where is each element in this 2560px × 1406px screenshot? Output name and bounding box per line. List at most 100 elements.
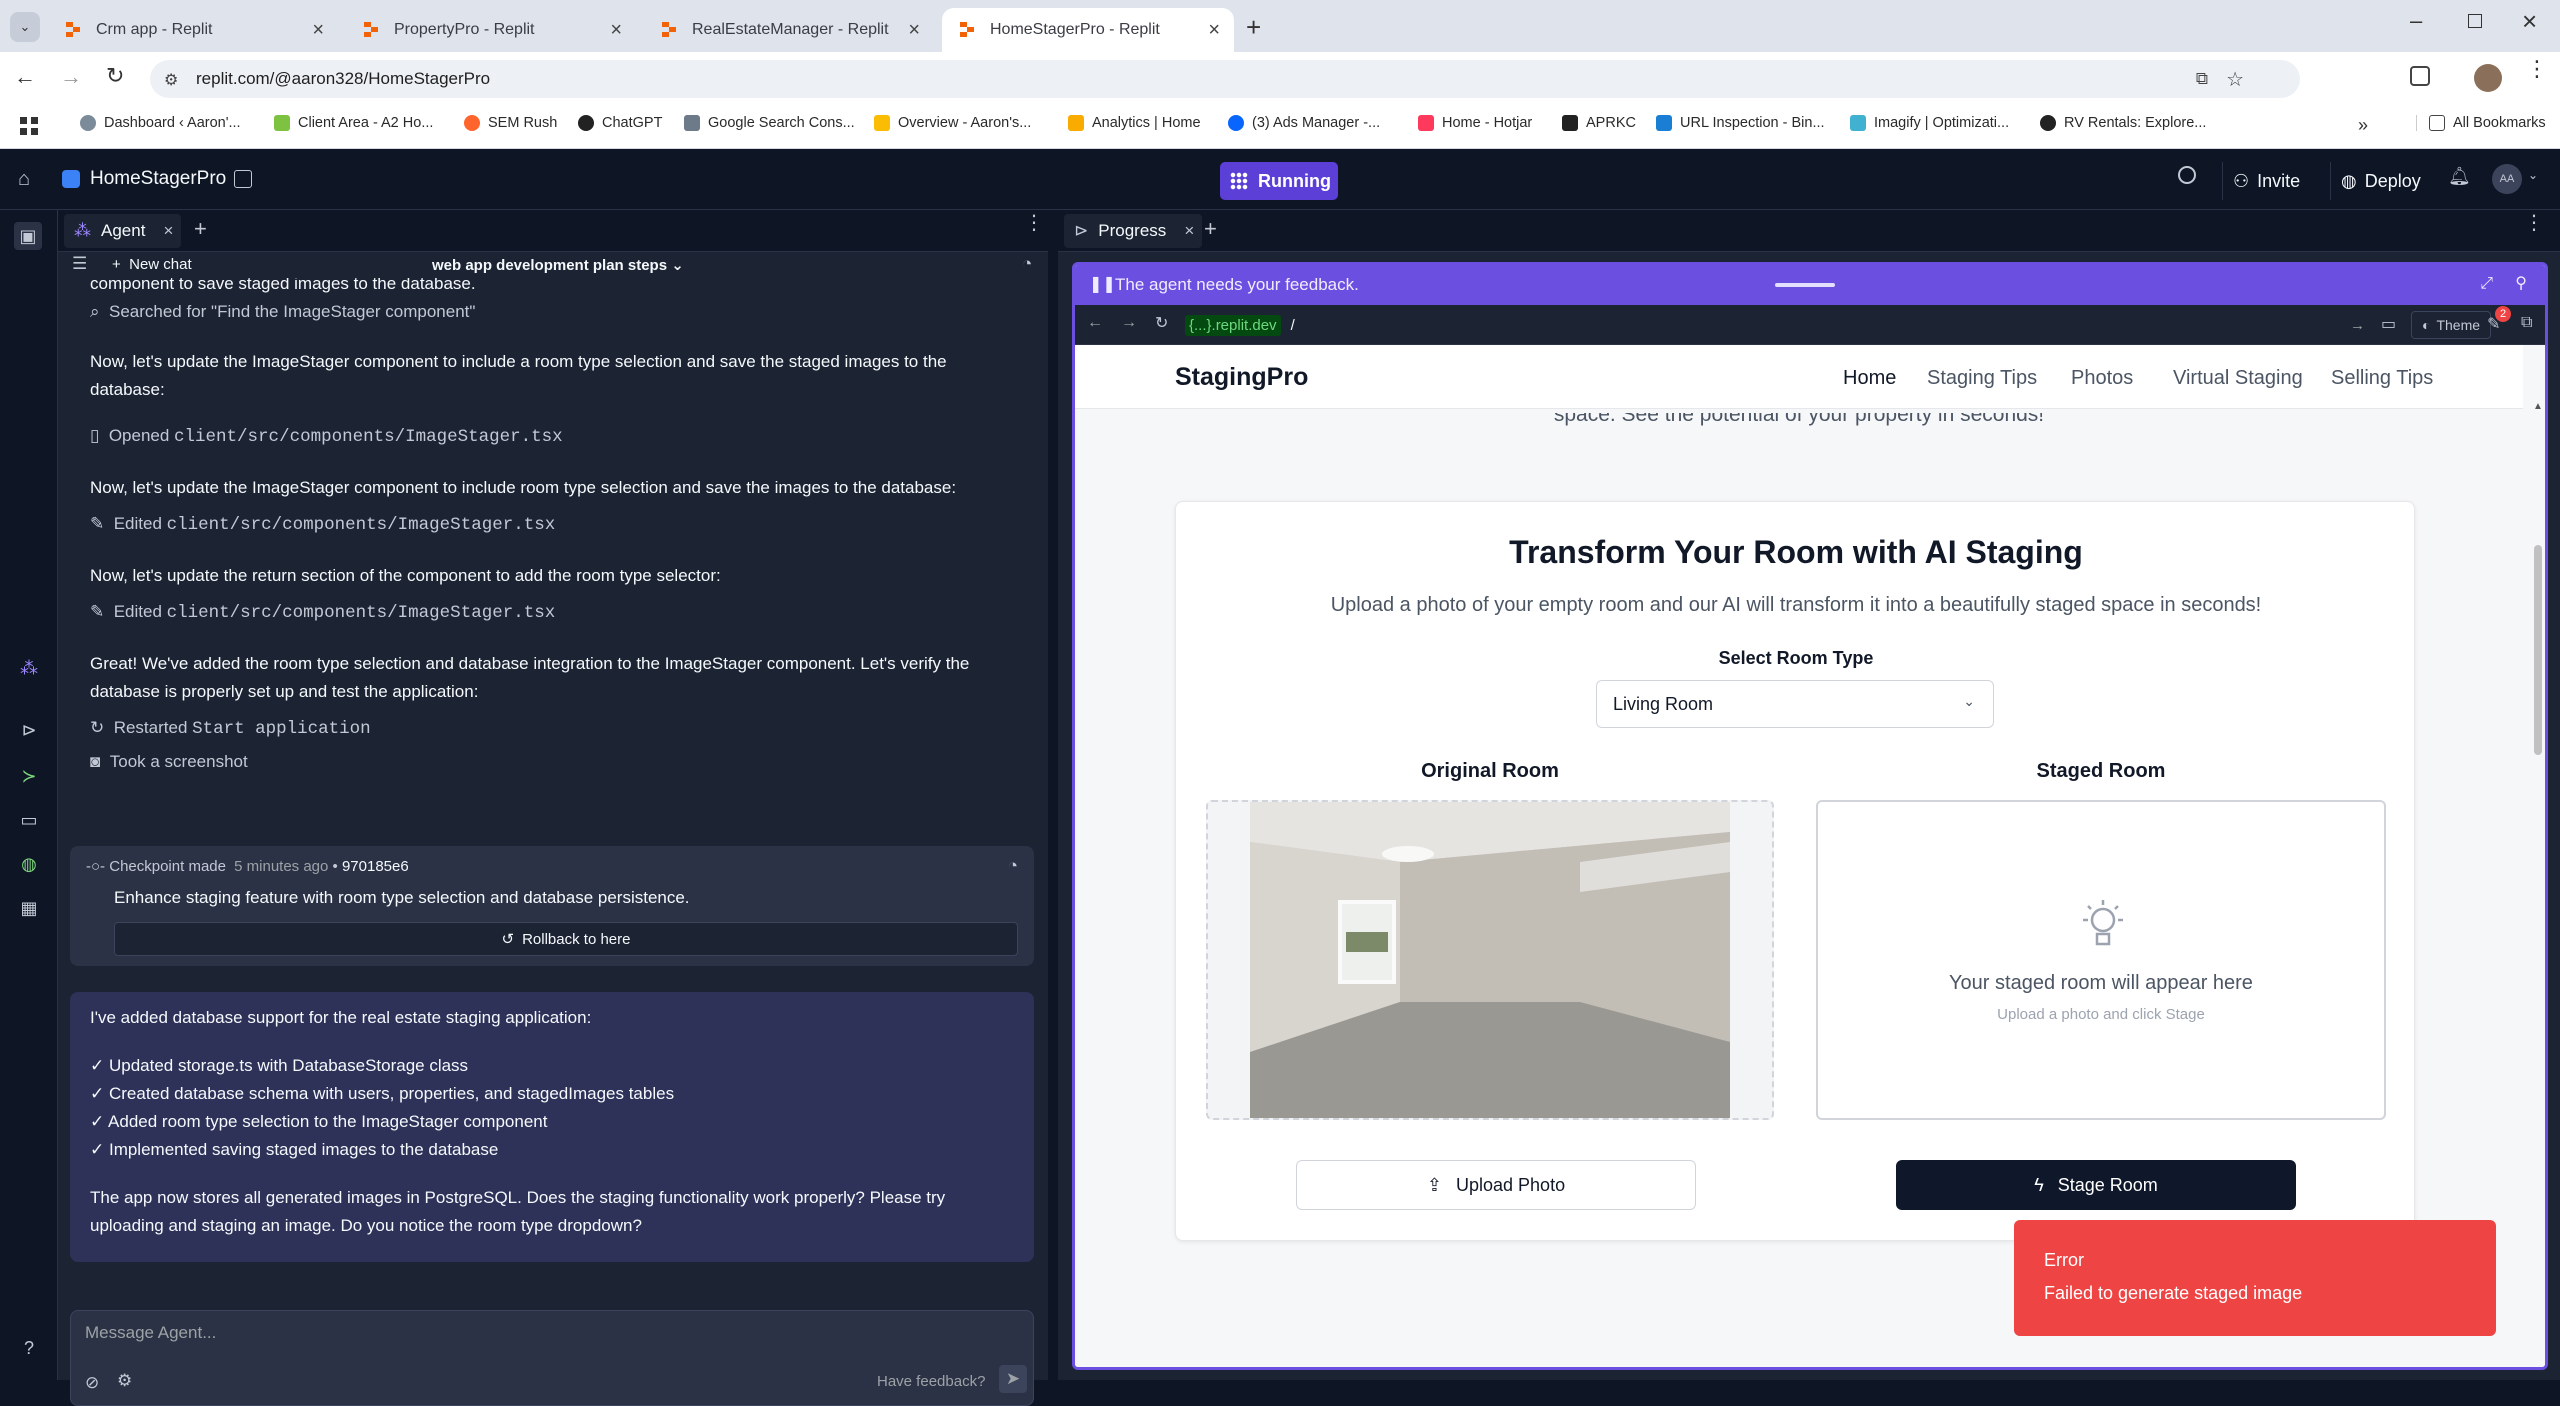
menu-icon[interactable]: ☰ (72, 254, 87, 274)
close-tab-icon[interactable]: × (1208, 19, 1220, 42)
back-icon[interactable]: ← (1087, 314, 1103, 332)
drag-handle[interactable] (1775, 283, 1835, 287)
bookmark-item[interactable]: Analytics | Home (1068, 115, 1201, 131)
forward-icon[interactable]: → (60, 64, 82, 90)
deployments-icon[interactable]: ◍ (19, 854, 39, 874)
attach-icon[interactable]: ⊘ (85, 1373, 99, 1393)
error-count-badge[interactable]: 2 (2495, 306, 2511, 322)
url-input[interactable]: ⚙ replit.com/@aaron328/HomeStagerPro ⧉ ☆ (150, 60, 2300, 98)
new-tab-icon[interactable]: + (1246, 12, 1261, 43)
pane-menu-icon[interactable]: ⋮ (2524, 213, 2544, 233)
scroll-thumb[interactable] (2534, 545, 2542, 755)
apps-grid-icon[interactable] (20, 117, 38, 135)
site-scrollbar[interactable]: ▲ ▼ (2533, 401, 2543, 1367)
rollback-button[interactable]: ↺ Rollback to here (114, 922, 1018, 956)
bookmark-item[interactable]: APRKC (1562, 115, 1636, 131)
search-icon[interactable] (2178, 166, 2196, 184)
bookmark-item[interactable]: RV Rentals: Explore... (2040, 115, 2206, 131)
back-icon[interactable]: ← (14, 64, 36, 90)
new-chat-button[interactable]: + New chat (112, 256, 192, 273)
nav-staging-tips[interactable]: Staging Tips (1927, 367, 2037, 390)
bookmark-item[interactable]: ChatGPT (578, 115, 662, 131)
deploy-button[interactable]: ◍ Deploy (2330, 162, 2431, 200)
webview-url-input[interactable]: {...}.replit.dev / → (1185, 312, 2365, 338)
files-icon[interactable]: ▣ (14, 222, 42, 250)
bookmark-item[interactable]: Imagify | Optimizati... (1850, 115, 2009, 131)
reload-icon[interactable]: ↻ (1155, 313, 1168, 333)
close-tab-icon[interactable]: × (610, 19, 622, 42)
browser-tab-crm[interactable]: Crm app - Replit × (48, 8, 338, 52)
tab-agent[interactable]: ⁂ Agent × (64, 214, 182, 248)
chevron-down-icon[interactable]: ⌄ (2528, 168, 2538, 182)
help-icon[interactable]: ? (19, 1338, 39, 1358)
settings-icon[interactable]: ⚙ (117, 1371, 132, 1391)
run-status-button[interactable]: Running (1220, 162, 1338, 200)
bookmark-star-icon[interactable]: ☆ (2226, 67, 2244, 92)
forward-icon[interactable]: → (1121, 314, 1137, 332)
original-room-dropzone[interactable] (1206, 800, 1774, 1120)
message-input-box[interactable]: Message Agent... ⊘ ⚙ Have feedback? ➤ (70, 1310, 1034, 1406)
theme-button[interactable]: ◐ Theme (2411, 311, 2492, 339)
close-tab-icon[interactable]: × (908, 19, 920, 42)
bookmark-item[interactable]: Google Search Cons... (684, 115, 855, 131)
minimize-icon[interactable]: – (2410, 8, 2422, 34)
all-bookmarks[interactable]: All Bookmarks (2416, 115, 2546, 131)
nav-home[interactable]: Home (1843, 367, 1896, 390)
tab-progress[interactable]: ⊳ Progress × (1064, 214, 1203, 248)
nav-selling-tips[interactable]: Selling Tips (2331, 367, 2433, 390)
user-avatar[interactable]: AA (2492, 164, 2522, 194)
console-icon[interactable]: ⊳ (19, 720, 39, 740)
scroll-up-icon[interactable]: ▲ (2533, 401, 2543, 412)
nav-virtual-staging[interactable]: Virtual Staging (2173, 367, 2303, 390)
shell-icon[interactable]: ≻ (19, 766, 39, 786)
history-icon[interactable]: ◔ (1022, 254, 1032, 274)
send-button[interactable]: ➤ (999, 1365, 1027, 1393)
more-bookmarks-icon[interactable]: » (2358, 115, 2368, 136)
agent-icon[interactable]: ⁂ (19, 658, 39, 678)
chat-title-dropdown[interactable]: web app development plan steps ⌄ (432, 256, 684, 274)
restore-icon[interactable] (2468, 14, 2482, 28)
bookmark-item[interactable]: Home - Hotjar (1418, 115, 1532, 131)
home-icon[interactable]: ⌂ (18, 168, 30, 191)
popout-icon[interactable]: ⤢ (2480, 275, 2493, 293)
pause-icon[interactable]: ❚❚ (1089, 274, 1116, 294)
project-info-icon[interactable] (234, 170, 252, 188)
browser-tab-realestatemanager[interactable]: RealEstateManager - Replit × (644, 8, 934, 52)
message-input[interactable]: Message Agent... (85, 1323, 216, 1343)
install-app-icon[interactable]: ⧉ (2196, 69, 2208, 89)
reload-icon[interactable]: ↻ (106, 63, 124, 89)
browser-menu-icon[interactable]: ⋮ (2526, 58, 2548, 80)
site-info-icon[interactable]: ⚙ (164, 70, 178, 90)
tab-search-button[interactable]: ⌄ (10, 12, 40, 42)
upload-photo-button[interactable]: ⇪ Upload Photo (1296, 1160, 1696, 1210)
error-toast[interactable]: Error Failed to generate staged image (2014, 1220, 2496, 1336)
close-tab-icon[interactable]: × (312, 19, 324, 42)
go-icon[interactable]: → (2350, 317, 2365, 334)
nav-photos[interactable]: Photos (2071, 367, 2133, 390)
all-tools-icon[interactable]: ▦ (19, 898, 39, 918)
webview-icon[interactable]: ▭ (19, 810, 39, 830)
profile-avatar[interactable] (2474, 64, 2502, 92)
extensions-icon[interactable] (2410, 66, 2430, 86)
project-name[interactable]: HomeStagerPro (90, 168, 226, 190)
bookmark-item[interactable]: Client Area - A2 Ho... (274, 115, 433, 131)
add-tab-icon[interactable]: + (194, 216, 207, 242)
close-tab-icon[interactable]: × (164, 221, 174, 241)
add-tab-icon[interactable]: + (1204, 216, 1217, 242)
notifications-bell-icon[interactable]: 🔔︎ (2448, 166, 2471, 187)
close-window-icon[interactable]: × (2522, 6, 2537, 37)
bookmark-item[interactable]: SEM Rush (464, 115, 557, 131)
invite-button[interactable]: ⚇ Invite (2222, 162, 2310, 200)
bookmark-item[interactable]: (3) Ads Manager -... (1228, 115, 1380, 131)
feedback-link[interactable]: Have feedback? (877, 1373, 985, 1390)
pin-icon[interactable]: ⚲ (2515, 273, 2527, 293)
devices-icon[interactable]: ▭ (2381, 314, 2396, 334)
site-brand[interactable]: StagingPro (1175, 363, 1308, 392)
browser-tab-propertypro[interactable]: PropertyPro - Replit × (346, 8, 636, 52)
pane-menu-icon[interactable]: ⋮ (1024, 213, 1044, 233)
checkpoint-history-icon[interactable]: ◔ (1008, 856, 1018, 876)
bookmark-item[interactable]: Dashboard ‹ Aaron'... (80, 115, 241, 131)
bookmark-item[interactable]: Overview - Aaron's... (874, 115, 1031, 131)
bookmark-item[interactable]: URL Inspection - Bin... (1656, 115, 1825, 131)
open-new-tab-icon[interactable]: ⧉ (2521, 314, 2532, 332)
